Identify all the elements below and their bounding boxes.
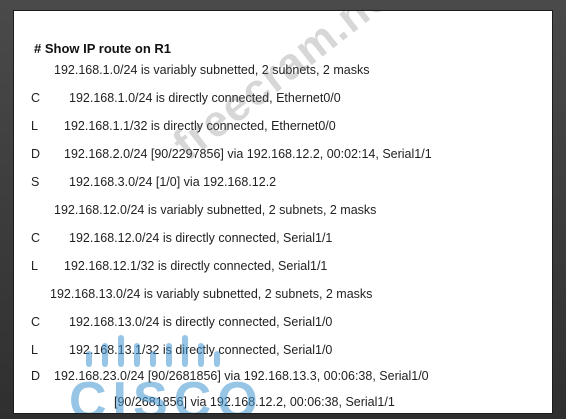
route-line: [90/2681856] via 192.168.12.2, 00:06:38,… (114, 395, 395, 409)
page-title: # Show IP route on R1 (34, 41, 172, 56)
route-line: 192.168.13.1/32 is directly connected, S… (69, 343, 333, 357)
route-line: 192.168.23.0/24 [90/2681856] via 192.168… (54, 369, 429, 383)
route-line: 192.168.12.1/32 is directly connected, S… (64, 259, 328, 273)
route-line: 192.168.1.0/24 is variably subnetted, 2 … (54, 63, 370, 77)
route-code: S (31, 175, 40, 189)
route-line: 192.168.13.0/24 is variably subnetted, 2… (50, 287, 373, 301)
route-line: 192.168.12.0/24 is variably subnetted, 2… (54, 203, 377, 217)
route-line: 192.168.12.0/24 is directly connected, S… (69, 231, 333, 245)
route-line: 192.168.1.1/32 is directly connected, Et… (64, 119, 336, 133)
route-code: D (31, 147, 41, 161)
route-line: 192.168.1.0/24 is directly connected, Et… (69, 91, 341, 105)
route-code: L (31, 343, 38, 357)
route-line: 192.168.13.0/24 is directly connected, S… (69, 315, 333, 329)
route-code: C (31, 315, 41, 329)
route-line: 192.168.3.0/24 [1/0] via 192.168.12.2 (69, 175, 277, 189)
image-frame: # Show IP route on R1 192.168.1.0/24 is … (0, 0, 566, 419)
route-output-panel: # Show IP route on R1 192.168.1.0/24 is … (13, 10, 553, 414)
route-code: D (31, 369, 41, 383)
route-code: C (31, 91, 41, 105)
route-code: C (31, 231, 41, 245)
route-code: L (31, 119, 38, 133)
route-line: 192.168.2.0/24 [90/2297856] via 192.168.… (64, 147, 432, 161)
route-code: L (31, 259, 38, 273)
